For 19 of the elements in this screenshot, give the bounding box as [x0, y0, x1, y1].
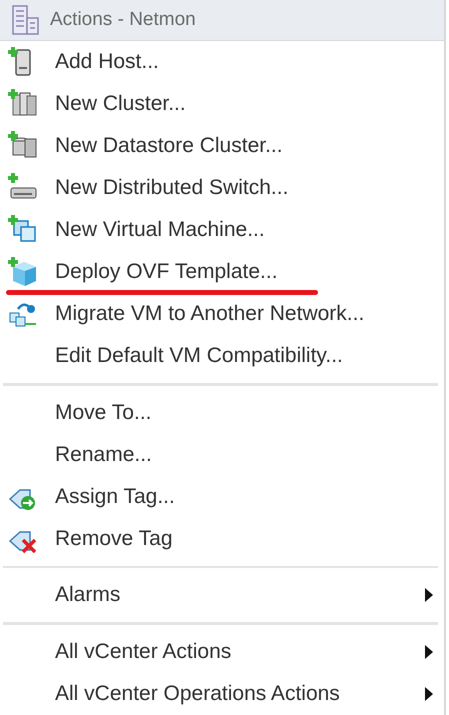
menu-item[interactable]: Migrate VM to Another Network... [0, 292, 444, 335]
menu-item[interactable]: Move To... [0, 392, 444, 434]
virtual-machine-add-icon [8, 214, 38, 245]
menu-item[interactable]: Edit Default VM Compatibility... [0, 334, 444, 377]
cube-add-icon [8, 256, 38, 287]
menu-item[interactable]: Alarms [0, 574, 444, 616]
menu-title: Actions - Netmon [50, 8, 196, 31]
menu-item[interactable]: Rename... [0, 434, 444, 476]
menu-item[interactable]: Remove Tag [0, 518, 444, 560]
menu-item[interactable]: New Virtual Machine... [0, 208, 444, 251]
menu-item[interactable]: New Datastore Cluster... [0, 124, 444, 167]
menu-item[interactable]: All vCenter Actions [0, 631, 444, 673]
menu-item[interactable]: Deploy OVF Template... [0, 250, 444, 293]
menu-item[interactable]: All vCenter Operations Actions [0, 673, 444, 715]
menu-item[interactable]: New Cluster... [0, 82, 444, 125]
menu-item[interactable]: Add Host... [0, 40, 444, 83]
menu-item[interactable]: Assign Tag... [0, 476, 444, 518]
building-icon [10, 4, 42, 36]
menu-item[interactable]: New Distributed Switch... [0, 166, 444, 209]
